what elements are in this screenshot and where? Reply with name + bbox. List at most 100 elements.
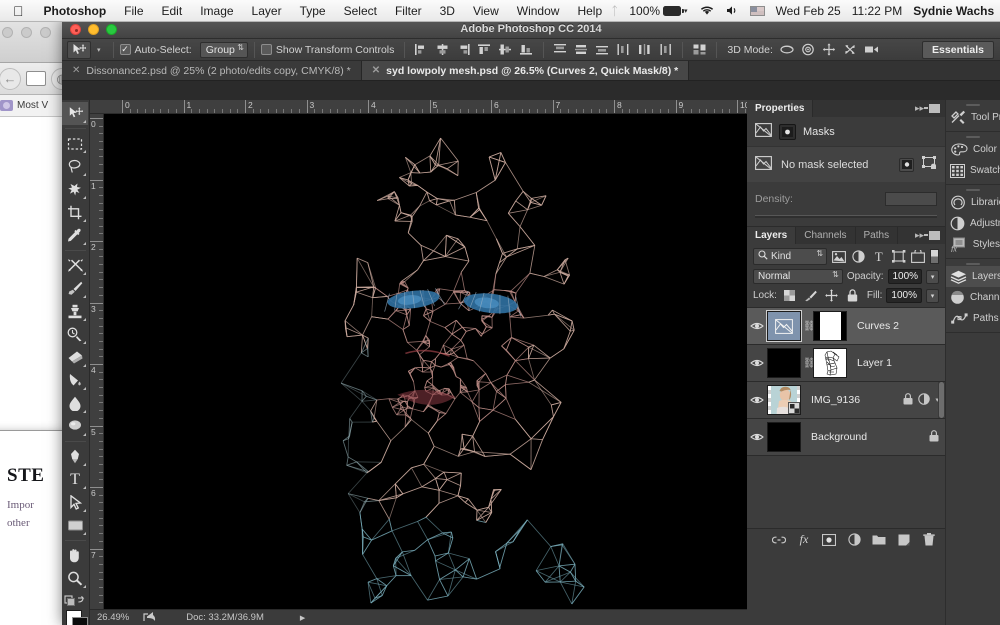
move-tool-icon[interactable] <box>67 40 91 59</box>
dock-item-layers[interactable]: Layers <box>946 266 1000 287</box>
tool-preset-dropdown-icon[interactable]: ▾ <box>91 46 107 54</box>
browser-zoom-button[interactable] <box>40 27 51 38</box>
volume-icon[interactable] <box>726 5 739 16</box>
quick-selection-tool[interactable] <box>62 178 88 201</box>
eraser-tool[interactable] <box>62 346 88 369</box>
link-layers-icon[interactable] <box>772 533 786 547</box>
dock-item-swatches[interactable]: Swatches <box>946 160 1000 181</box>
edit-toolbar-button[interactable] <box>62 590 88 610</box>
layer-name[interactable]: Curves 2 <box>849 320 899 332</box>
document-tab-bar[interactable]: ✕ Dissonance2.psd @ 25% (2 photo/edits c… <box>62 61 1000 81</box>
history-brush-tool[interactable] <box>62 323 88 346</box>
photoshop-titlebar[interactable]: Adobe Photoshop CC 2014 <box>62 20 1000 39</box>
tab-layers[interactable]: Layers <box>747 227 797 244</box>
dock-item-adjustments[interactable]: Adjustments <box>946 213 1000 234</box>
menu-item-view[interactable]: View <box>464 4 508 18</box>
zoom-tool[interactable] <box>62 567 88 590</box>
fill-value-field[interactable]: 100% <box>886 288 922 303</box>
zoom-level[interactable]: 26.49% <box>97 612 129 623</box>
opacity-value-field[interactable]: 100% <box>887 269 923 284</box>
eyedropper-tool[interactable] <box>62 224 88 247</box>
delete-layer-icon[interactable] <box>922 533 936 547</box>
layer-style-fx-icon[interactable]: fx <box>797 532 811 547</box>
dock-item-styles[interactable]: fx Styles <box>946 234 1000 255</box>
menu-item-type[interactable]: Type <box>291 4 335 18</box>
background-color-swatch[interactable] <box>72 617 88 625</box>
layer-list-empty-area[interactable] <box>747 456 945 528</box>
collapse-panel-icon[interactable]: ▸▸ <box>915 230 924 241</box>
browser-window-buttons[interactable] <box>2 27 51 38</box>
menu-bar-status-items[interactable]: ᛏ 100% ▾ Wed Feb 25 11:22 PM Sydnie Wach… <box>611 4 1000 18</box>
layer-visibility-toggle[interactable] <box>747 395 767 405</box>
filter-shape-icon[interactable] <box>891 249 907 264</box>
layer-row-curves-2[interactable]: ⛓ Curves 2 <box>747 308 945 345</box>
add-pixel-mask-icon[interactable] <box>899 157 914 172</box>
layer-list[interactable]: ⛓ Curves 2 ⛓ Layer 1 IMG_9136 Background <box>747 307 945 456</box>
pixel-mask-icon[interactable] <box>779 123 796 140</box>
blend-opacity-row[interactable]: Normal Opacity: 100% ▾ <box>753 269 939 284</box>
distribute-top-edges-icon[interactable] <box>552 42 569 58</box>
type-tool[interactable]: T <box>62 468 88 491</box>
portrait-photo-thumb[interactable] <box>767 385 801 415</box>
minimize-button[interactable] <box>88 23 99 35</box>
layers-panel-controls[interactable]: ▸▸ <box>910 227 945 244</box>
layer-filter-row[interactable]: Kind T <box>753 248 939 265</box>
hand-tool[interactable] <box>62 544 88 567</box>
align-left-edges-icon[interactable] <box>413 42 430 58</box>
lock-all-icon[interactable] <box>903 392 913 408</box>
move-tool[interactable] <box>62 102 88 125</box>
bookmark-label[interactable]: Most V <box>17 100 48 111</box>
new-group-icon[interactable] <box>872 533 886 547</box>
lasso-tool[interactable] <box>62 155 88 178</box>
menu-item-image[interactable]: Image <box>191 4 242 18</box>
right-panel-column[interactable]: Properties ▸▸ Masks No mask selected Den… <box>747 100 945 625</box>
layer-row-layer-1[interactable]: ⛓ Layer 1 <box>747 345 945 382</box>
auto-select-checkbox[interactable]: ✓ <box>119 44 131 55</box>
battery-status[interactable]: 100% ▾ <box>629 4 687 18</box>
distribute-bottom-edges-icon[interactable] <box>594 42 611 58</box>
align-bottom-edges-icon[interactable] <box>518 42 535 58</box>
align-top-edges-icon[interactable] <box>476 42 493 58</box>
scale-3d-icon[interactable] <box>863 42 880 58</box>
lock-position-icon[interactable] <box>823 288 840 303</box>
dock-item-libraries[interactable]: Libraries <box>946 192 1000 213</box>
tab-channels[interactable]: Channels <box>796 227 856 244</box>
layer-row-img-9136[interactable]: IMG_9136 ▾ <box>747 382 945 419</box>
collapse-panel-icon[interactable]: ▸▸ <box>915 103 924 114</box>
image-canvas[interactable] <box>104 114 747 609</box>
opacity-stepper[interactable]: ▾ <box>926 269 939 284</box>
status-expand-arrow-icon[interactable]: ▶ <box>300 614 305 622</box>
rectangular-marquee-tool[interactable] <box>62 132 88 155</box>
layer-mask-link-icon[interactable]: ⛓ <box>803 358 816 369</box>
distribute-horizontal-centers-icon[interactable] <box>636 42 653 58</box>
layer-name[interactable]: IMG_9136 <box>803 394 860 406</box>
auto-align-layers-icon[interactable] <box>691 42 708 58</box>
spot-healing-brush-tool[interactable] <box>62 254 88 277</box>
filter-adjustment-icon[interactable] <box>851 249 867 264</box>
panel-menu-icon[interactable] <box>924 231 940 240</box>
layer-list-scrollbar[interactable] <box>938 382 945 418</box>
lock-all-icon[interactable] <box>844 288 861 303</box>
browser-minimize-button[interactable] <box>21 27 32 38</box>
vertical-ruler[interactable]: 0 1 2 3 4 5 6 7 <box>90 114 104 609</box>
layer-visibility-toggle[interactable] <box>747 432 767 442</box>
share-icon[interactable] <box>143 611 156 625</box>
density-slider[interactable] <box>755 215 937 218</box>
menu-item-filter[interactable]: Filter <box>386 4 431 18</box>
menu-item-select[interactable]: Select <box>335 4 386 18</box>
tools-panel[interactable]: T <box>62 100 90 625</box>
browser-sidebar-icon[interactable] <box>26 71 46 86</box>
layer-row-background[interactable]: Background <box>747 419 945 456</box>
document-tab-lowpoly-mesh[interactable]: ✕ syd lowpoly mesh.psd @ 26.5% (Curves 2… <box>361 61 690 80</box>
layer-mask-link-icon[interactable]: ⛓ <box>803 321 816 332</box>
bluetooth-icon[interactable]: ᛏ <box>611 4 618 18</box>
add-vector-mask-icon[interactable] <box>922 156 937 173</box>
macos-menu-bar[interactable]:  Photoshop File Edit Image Layer Type S… <box>0 0 1000 22</box>
workspace-switcher[interactable]: Essentials <box>922 40 994 59</box>
lock-fill-row[interactable]: Lock: Fill: 100% ▾ <box>753 288 939 303</box>
density-row[interactable]: Density: <box>755 192 937 206</box>
add-layer-mask-icon[interactable] <box>822 533 836 547</box>
properties-body[interactable]: Density: <box>747 182 945 226</box>
menu-item-help[interactable]: Help <box>568 4 611 18</box>
menu-item-layer[interactable]: Layer <box>243 4 291 18</box>
